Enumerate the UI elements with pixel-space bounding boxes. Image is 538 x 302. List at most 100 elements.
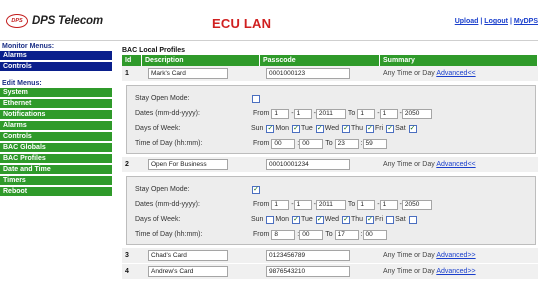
sidebar-item-bac-profiles[interactable]: BAC Profiles	[0, 154, 112, 164]
day-label-wed: Wed	[324, 125, 340, 132]
description-input[interactable]: Chad's Card	[148, 250, 228, 261]
days-label: Days of Week:	[135, 216, 181, 223]
monitor-menus-heading: Monitor Menus:	[2, 43, 55, 50]
sidebar-item-alarms[interactable]: Alarms	[0, 121, 112, 131]
table-row: 1 Mark's Card 0001000123 Any Time or Day Ad…	[122, 66, 538, 82]
day-checkbox-sat[interactable]: ✓	[386, 124, 395, 133]
edit-menus-heading: Edit Menus:	[2, 80, 42, 87]
day-checkbox-sat[interactable]	[386, 215, 395, 224]
passcode-input[interactable]: 00010001234	[266, 159, 350, 170]
from-label: From	[253, 110, 270, 117]
date-from-year[interactable]: 2011	[315, 199, 346, 210]
description-input[interactable]: Andrew's Card	[148, 266, 228, 277]
day-label-tue: Tue	[301, 125, 313, 132]
advanced-link[interactable]: Advanced<<	[436, 70, 475, 77]
sidebar: Monitor Menus: Alarms Controls Edit Menu…	[0, 42, 112, 198]
day-checkbox-wed[interactable]: ✓	[315, 215, 324, 224]
time-row: Time of Day (hh:mm): From 8 :00 To 17 :00	[135, 229, 387, 240]
passcode-cell: 00010001234	[260, 159, 380, 170]
time-from-hour[interactable]: 00	[271, 138, 296, 149]
advanced-link[interactable]: Advanced<<	[436, 161, 475, 168]
advanced-link[interactable]: Advanced>>	[436, 268, 475, 275]
sidebar-item-ethernet[interactable]: Ethernet	[0, 99, 112, 109]
sidebar-item-monitor-alarms[interactable]: Alarms	[0, 51, 112, 61]
advanced-panel: Stay Open Mode: ✓ Dates (mm-dd-yyyy): From 1…	[126, 176, 536, 245]
days-row: Days of Week: Sun Mon ✓ Tue ✓ Wed ✓ Thu ✓ Fri…	[135, 214, 418, 225]
header: DPS DPS Telecom ECU LAN Upload | Logout …	[0, 0, 538, 46]
stay-open-checkbox[interactable]: ✓	[252, 185, 260, 194]
time-to-hour[interactable]: 23	[334, 138, 359, 149]
sidebar-item-monitor-controls[interactable]: Controls	[0, 62, 112, 72]
upload-link[interactable]: Upload	[455, 18, 479, 25]
day-checkbox-thu[interactable]: ✓	[342, 124, 350, 133]
day-checkbox-sat-end[interactable]	[408, 215, 417, 224]
time-from-minute[interactable]: 00	[299, 229, 324, 240]
day-label-mon: Mon	[275, 125, 290, 132]
from-label: From	[253, 201, 270, 208]
date-from-month[interactable]: 1	[271, 108, 290, 119]
description-input[interactable]: Mark's Card	[148, 68, 228, 79]
date-from-month[interactable]: 1	[271, 199, 290, 210]
description-cell: Andrew's Card	[142, 266, 260, 277]
sidebar-item-notifications[interactable]: Notifications	[0, 110, 112, 120]
logout-link[interactable]: Logout	[484, 18, 508, 25]
date-to-month[interactable]: 1	[357, 108, 376, 119]
sidebar-item-controls[interactable]: Controls	[0, 132, 112, 142]
day-checkbox-tue[interactable]: ✓	[292, 124, 300, 133]
summary-text: Any Time or Day	[383, 70, 435, 77]
column-header-summary: Summary	[380, 55, 538, 66]
dates-label: Dates (mm-dd-yyyy):	[135, 201, 200, 208]
time-to-label: To	[325, 231, 333, 238]
mydps-link[interactable]: MyDPS	[514, 18, 538, 25]
days-row: Days of Week: Sun ✓ Mon ✓ Tue ✓ Wed ✓ Thu ✓ Fr…	[135, 123, 418, 134]
time-to-hour[interactable]: 17	[334, 229, 359, 240]
day-checkbox-fri[interactable]: ✓	[366, 124, 375, 133]
time-from-minute[interactable]: 00	[299, 138, 324, 149]
passcode-cell: 0001000123	[260, 68, 380, 79]
time-from-hour[interactable]: 8	[271, 229, 296, 240]
column-header-description: Description	[142, 55, 260, 66]
sidebar-item-bac-globals[interactable]: BAC Globals	[0, 143, 112, 153]
passcode-input[interactable]: 9876543210	[266, 266, 350, 277]
sidebar-item-date-and-time[interactable]: Date and Time	[0, 165, 112, 175]
day-label-sun: Sun	[251, 216, 264, 223]
sidebar-item-timers[interactable]: Timers	[0, 176, 112, 186]
day-checkbox-mon[interactable]	[266, 215, 275, 224]
date-to-day[interactable]: 1	[379, 108, 398, 119]
date-to-year[interactable]: 2050	[401, 108, 432, 119]
date-from-day[interactable]: 1	[293, 199, 312, 210]
time-to-minute[interactable]: 00	[362, 229, 387, 240]
dates-label: Dates (mm-dd-yyyy):	[135, 110, 200, 117]
stay-open-checkbox[interactable]	[252, 94, 260, 103]
day-checkbox-mon[interactable]: ✓	[266, 124, 275, 133]
passcode-cell: 9876543210	[260, 266, 380, 277]
day-checkbox-sat-end[interactable]: ✓	[408, 124, 417, 133]
time-label: Time of Day (hh:mm):	[135, 140, 203, 147]
passcode-input[interactable]: 0001000123	[266, 68, 350, 79]
summary-cell: Any Time or Day Advanced>>	[380, 252, 538, 259]
day-checkbox-fri[interactable]: ✓	[366, 215, 375, 224]
date-from-year[interactable]: 2011	[315, 108, 346, 119]
logo: DPS DPS Telecom	[6, 14, 103, 28]
time-to-minute[interactable]: 59	[362, 138, 387, 149]
description-input[interactable]: Open For Business	[148, 159, 228, 170]
days-label: Days of Week:	[135, 125, 181, 132]
day-checkbox-wed[interactable]: ✓	[315, 124, 324, 133]
date-from-day[interactable]: 1	[293, 108, 312, 119]
advanced-link[interactable]: Advanced>>	[436, 252, 475, 259]
day-checkbox-tue[interactable]: ✓	[292, 215, 300, 224]
stay-open-label: Stay Open Mode:	[135, 95, 190, 102]
sidebar-item-system[interactable]: System	[0, 88, 112, 98]
passcode-input[interactable]: 0123456789	[266, 250, 350, 261]
sidebar-item-reboot[interactable]: Reboot	[0, 187, 112, 197]
day-label-fri: Fri	[375, 125, 384, 132]
date-to-month[interactable]: 1	[357, 199, 376, 210]
day-checkbox-thu[interactable]: ✓	[342, 215, 350, 224]
date-to-year[interactable]: 2050	[401, 199, 432, 210]
time-row: Time of Day (hh:mm): From 00 :00 To 23 :59	[135, 138, 387, 149]
summary-text: Any Time or Day	[383, 161, 435, 168]
date-to-day[interactable]: 1	[379, 199, 398, 210]
day-label-thu: Thu	[351, 125, 364, 132]
table-row: 2 Open For Business 00010001234 Any Time or…	[122, 157, 538, 173]
profile-id: 2	[125, 161, 129, 168]
